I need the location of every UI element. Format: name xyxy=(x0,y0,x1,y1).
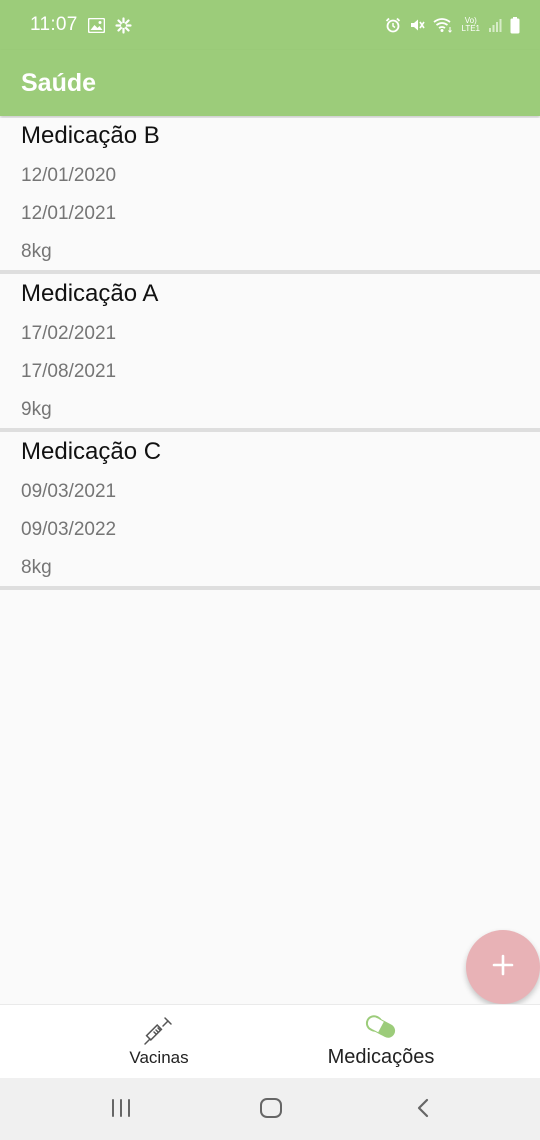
status-bar: 11:07 Vo) LTE1 xyxy=(0,0,540,50)
network-label-bottom: LTE1 xyxy=(461,24,480,33)
mute-icon xyxy=(409,17,426,33)
image-icon xyxy=(87,17,105,33)
settings-flower-icon xyxy=(115,16,132,34)
add-medication-button[interactable] xyxy=(466,930,540,1004)
home-icon[interactable] xyxy=(259,1097,283,1124)
medication-card[interactable]: Medicação C 09/03/2021 09/03/2022 8kg xyxy=(0,434,540,590)
medication-name: Medicação C xyxy=(21,438,162,465)
volte-lte-icon: Vo) LTE1 xyxy=(461,17,480,33)
medication-list: Medicação B 12/01/2020 12/01/2021 8kg Me… xyxy=(0,118,540,590)
status-time: 11:07 xyxy=(30,14,78,35)
medication-start-date: 17/02/2021 xyxy=(21,323,117,344)
pill-icon xyxy=(363,1013,399,1046)
medication-end-date: 17/08/2021 xyxy=(21,361,117,382)
medication-weight: 8kg xyxy=(21,241,52,262)
status-right: Vo) LTE1 xyxy=(385,16,520,34)
back-icon[interactable] xyxy=(413,1097,433,1124)
signal-icon xyxy=(488,17,502,33)
nav-item-vacinas[interactable]: Vacinas xyxy=(59,1005,259,1079)
syringe-icon xyxy=(142,1013,176,1052)
medication-card[interactable]: Medicação B 12/01/2020 12/01/2021 8kg xyxy=(0,118,540,274)
medication-start-date: 09/03/2021 xyxy=(21,481,117,502)
bottom-navigation: Vacinas Medicações xyxy=(0,1004,540,1078)
medication-start-date: 12/01/2020 xyxy=(21,165,117,186)
recent-apps-icon[interactable] xyxy=(110,1097,132,1124)
plus-icon xyxy=(492,954,514,981)
medication-end-date: 12/01/2021 xyxy=(21,203,117,224)
nav-item-medicacoes[interactable]: Medicações xyxy=(281,1005,481,1079)
medication-name: Medicação A xyxy=(21,280,159,307)
medication-card[interactable]: Medicação A 17/02/2021 17/08/2021 9kg xyxy=(0,276,540,432)
alarm-icon xyxy=(385,17,401,33)
page-title: Saúde xyxy=(21,68,97,97)
battery-icon xyxy=(510,16,520,34)
medication-name: Medicação B xyxy=(21,122,160,149)
app-bar: Saúde xyxy=(0,50,540,116)
status-left: 11:07 xyxy=(30,14,132,36)
medication-weight: 8kg xyxy=(21,557,52,578)
wifi-icon xyxy=(433,17,453,33)
system-navigation-bar xyxy=(0,1078,540,1140)
medication-end-date: 09/03/2022 xyxy=(21,519,117,540)
medication-weight: 9kg xyxy=(21,399,52,420)
nav-label-medicacoes: Medicações xyxy=(327,1046,435,1068)
nav-label-vacinas: Vacinas xyxy=(129,1048,189,1067)
